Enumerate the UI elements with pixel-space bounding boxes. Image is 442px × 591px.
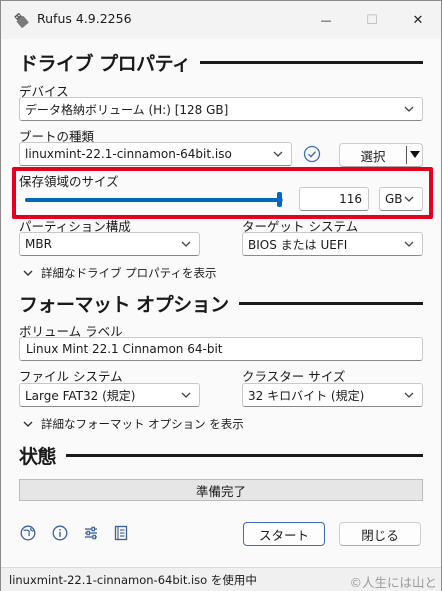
start-button[interactable]: スタート (243, 522, 325, 546)
sliders-icon[interactable] (83, 525, 99, 541)
close-button-label: 閉じる (361, 527, 399, 543)
select-button-label: 選択 (360, 148, 386, 164)
cluster-size-dropdown[interactable]: 32 キロバイト (規定) (242, 383, 423, 407)
main-content: ドライブ プロパティ デバイス データ格納ボリューム (H:) [128 GB]… (1, 39, 441, 567)
boot-selection-dropdown[interactable]: linuxmint-22.1-cinnamon-64bit.iso (19, 142, 292, 166)
partition-scheme-dropdown[interactable]: MBR (19, 232, 200, 256)
device-dropdown[interactable]: データ格納ボリューム (H:) [128 GB] (19, 97, 423, 121)
progress-text: 準備完了 (195, 483, 246, 499)
watermark-text: ©人生には山と (349, 575, 437, 590)
log-icon[interactable] (113, 525, 129, 541)
persistent-size-value: 116 (339, 192, 362, 206)
caret-down-icon[interactable] (410, 151, 420, 159)
format-options-heading: フォーマット オプション (19, 290, 423, 317)
persistent-size-slider[interactable] (25, 192, 283, 207)
progress-bar: 準備完了 (19, 479, 423, 501)
boot-value: linuxmint-22.1-cinnamon-64bit.iso (25, 147, 232, 161)
chevron-down-icon (404, 196, 414, 202)
chevron-down-icon (23, 270, 33, 276)
start-button-label: スタート (258, 527, 309, 543)
chevron-down-icon (181, 241, 191, 247)
cluster-size-value: 32 キロバイト (規定) (248, 388, 365, 403)
title-bar: Rufus 4.9.2256 — ☐ ✕ (1, 1, 441, 39)
slider-thumb[interactable] (276, 192, 282, 207)
split-divider (406, 146, 407, 164)
status-heading: 状態 (19, 442, 423, 469)
partition-value: MBR (25, 237, 52, 251)
globe-icon[interactable] (20, 525, 36, 541)
minimize-icon: — (320, 13, 332, 27)
close-window-button[interactable]: ✕ (395, 1, 441, 39)
status-footer: linuxmint-22.1-cinnamon-64bit.iso を使用中 ©… (1, 567, 441, 591)
target-system-dropdown[interactable]: BIOS または UEFI (242, 232, 423, 256)
slider-fill (25, 198, 280, 202)
volume-label-input[interactable]: Linux Mint 22.1 Cinnamon 64-bit (19, 337, 423, 361)
device-value: データ格納ボリューム (H:) [128 GB] (25, 102, 229, 117)
unit-value: GB (385, 192, 403, 206)
file-system-dropdown[interactable]: Large FAT32 (規定) (19, 383, 200, 407)
rufus-window: Rufus 4.9.2256 — ☐ ✕ ドライブ プロパティ デバイス データ… (0, 0, 442, 591)
select-split-button[interactable]: 選択 (339, 143, 423, 167)
chevron-down-icon (404, 241, 414, 247)
drive-properties-title: ドライブ プロパティ (19, 53, 191, 75)
advanced-format-label: 詳細なフォーマット オプション を表示 (41, 417, 244, 431)
persistent-size-input[interactable]: 116 (299, 187, 369, 211)
status-title: 状態 (19, 446, 57, 468)
window-title: Rufus 4.9.2256 (37, 11, 132, 26)
usb-drive-icon (14, 12, 29, 28)
heading-divider (200, 61, 423, 64)
close-icon: ✕ (412, 12, 424, 28)
persistent-size-label: 保存領域のサイズ (19, 174, 119, 189)
chevron-down-icon (23, 421, 33, 427)
minimize-button[interactable]: — (303, 1, 349, 39)
maximize-icon: ☐ (366, 12, 378, 28)
footer-status-text: linuxmint-22.1-cinnamon-64bit.iso を使用中 (9, 573, 257, 587)
chevron-down-icon (181, 392, 191, 398)
maximize-button[interactable]: ☐ (349, 1, 395, 39)
chevron-down-icon (273, 151, 283, 157)
persistent-unit-dropdown[interactable]: GB (379, 187, 423, 211)
drive-properties-heading: ドライブ プロパティ (19, 49, 423, 76)
heading-divider (238, 302, 423, 305)
target-value: BIOS または UEFI (248, 237, 348, 252)
show-advanced-format-options[interactable]: 詳細なフォーマット オプション を表示 (23, 416, 244, 432)
close-button[interactable]: 閉じる (339, 522, 421, 546)
info-icon[interactable] (52, 525, 68, 541)
check-circle-icon[interactable] (303, 145, 321, 163)
heading-divider (66, 454, 423, 457)
volume-label-value: Linux Mint 22.1 Cinnamon 64-bit (26, 342, 223, 356)
format-options-title: フォーマット オプション (19, 294, 229, 316)
show-advanced-drive-properties[interactable]: 詳細なドライブ プロパティを表示 (23, 265, 216, 281)
chevron-down-icon (404, 392, 414, 398)
file-system-value: Large FAT32 (規定) (25, 388, 136, 403)
chevron-down-icon (404, 106, 414, 112)
advanced-drive-label: 詳細なドライブ プロパティを表示 (41, 266, 217, 280)
